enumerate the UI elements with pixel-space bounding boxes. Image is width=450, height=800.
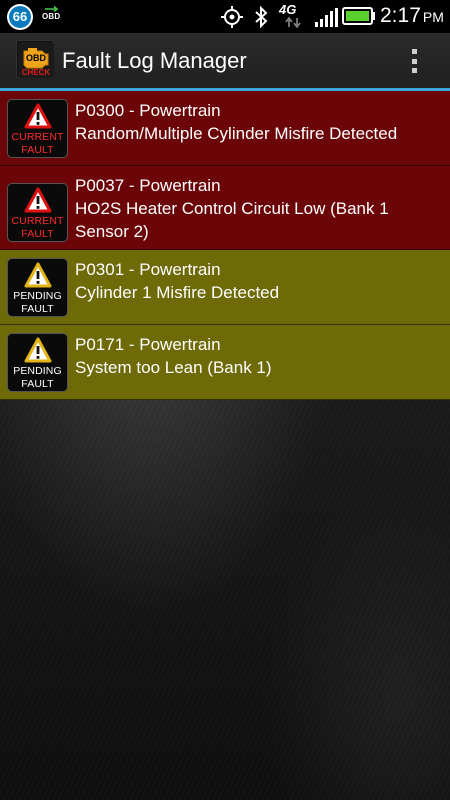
fault-description: Random/Multiple Cylinder Misfire Detecte… (75, 124, 398, 143)
warning-triangle-icon (24, 187, 52, 213)
overflow-menu-button[interactable] (404, 46, 424, 76)
badge-line2: FAULT (21, 302, 54, 315)
menu-dot (411, 49, 417, 54)
clock: 2:17 PM (380, 4, 444, 28)
bluetooth-icon (255, 5, 268, 29)
fault-code: P0171 - Powertrain (75, 335, 221, 354)
app-icon-label-top: OBD (26, 53, 46, 63)
fault-description: Cylinder 1 Misfire Detected (75, 283, 280, 302)
status-bar: 66 OBD 4G 2:17 PM (0, 0, 450, 33)
fault-row[interactable]: CURRENT FAULT P0300 - Powertrain Random/… (0, 91, 450, 166)
gps-icon (221, 6, 243, 28)
fault-description: HO2S Heater Control Circuit Low (Bank 1 … (75, 199, 389, 241)
fault-row[interactable]: PENDING FAULT P0301 - Powertrain Cylinde… (0, 250, 450, 325)
badge-text: CURRENT FAULT (8, 215, 67, 240)
pending-fault-badge: PENDING FAULT (7, 333, 68, 392)
badge-text: PENDING FAULT (8, 365, 67, 390)
menu-dot (411, 68, 417, 73)
badge-text: CURRENT FAULT (8, 131, 67, 156)
obd-notification-icon: OBD (42, 6, 64, 28)
warning-triangle-icon (24, 337, 52, 363)
badge-line2: FAULT (21, 143, 54, 156)
network-4g-icon: 4G (279, 2, 309, 30)
app-icon-label-bottom: CHECK (21, 68, 51, 77)
obd-notification-label: OBD (42, 12, 61, 21)
badge-line1: CURRENT (11, 215, 64, 227)
menu-dot (411, 58, 417, 64)
fault-code: P0301 - Powertrain (75, 260, 221, 279)
fault-text: P0171 - Powertrain System too Lean (Bank… (75, 334, 442, 379)
current-fault-badge: CURRENT FAULT (7, 99, 68, 158)
warning-triangle-icon (24, 262, 52, 288)
fault-code: P0300 - Powertrain (75, 101, 221, 120)
signal-icon (315, 8, 338, 27)
fault-text: P0037 - Powertrain HO2S Heater Control C… (75, 175, 442, 243)
badge-line1: CURRENT (11, 131, 64, 143)
network-label: 4G (279, 2, 297, 17)
badge-line2: FAULT (21, 227, 54, 240)
notification-count: 66 (9, 6, 31, 28)
warning-triangle-icon (24, 103, 52, 129)
pending-fault-badge: PENDING FAULT (7, 258, 68, 317)
data-arrows-icon (285, 17, 301, 28)
badge-line1: PENDING (13, 365, 62, 377)
current-fault-badge: CURRENT FAULT (7, 183, 68, 242)
badge-line2: FAULT (21, 377, 54, 390)
notification-count-badge: 66 (7, 4, 33, 30)
clock-time: 2:17 (380, 4, 421, 27)
obd-check-app-icon[interactable]: OBD CHECK (16, 40, 54, 78)
fault-text: P0300 - Powertrain Random/Multiple Cylin… (75, 100, 442, 145)
fault-row[interactable]: PENDING FAULT P0171 - Powertrain System … (0, 325, 450, 400)
fault-row[interactable]: CURRENT FAULT P0037 - Powertrain HO2S He… (0, 166, 450, 250)
fault-description: System too Lean (Bank 1) (75, 358, 272, 377)
fault-list: CURRENT FAULT P0300 - Powertrain Random/… (0, 91, 450, 400)
clock-ampm: PM (422, 9, 444, 25)
fault-code: P0037 - Powertrain (75, 176, 221, 195)
badge-text: PENDING FAULT (8, 290, 67, 315)
badge-line1: PENDING (13, 290, 62, 302)
battery-icon (342, 7, 375, 25)
fault-text: P0301 - Powertrain Cylinder 1 Misfire De… (75, 259, 442, 304)
app-title: Fault Log Manager (62, 48, 247, 73)
